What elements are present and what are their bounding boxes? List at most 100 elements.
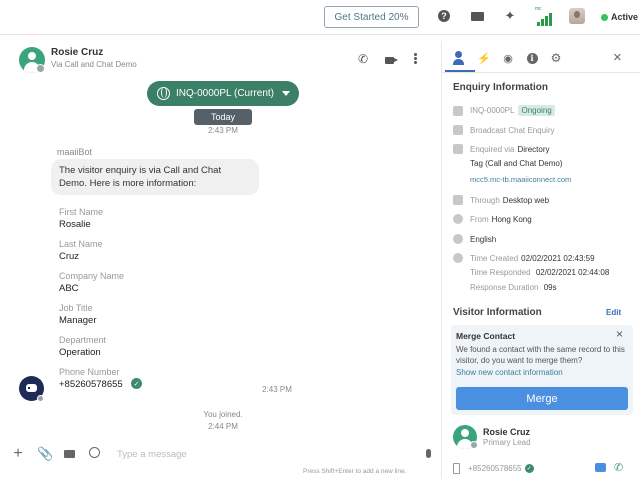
close-icon[interactable]: × — [616, 327, 623, 341]
field-value: Cruz — [59, 251, 80, 262]
merge-button[interactable]: Merge — [456, 387, 628, 410]
signal-label: mc — [535, 6, 542, 12]
enquiry-selector-label: INQ-0000PL (Current) — [176, 88, 274, 99]
status-toggle[interactable]: Active — [601, 12, 638, 22]
lead-name: Rosie Cruz — [483, 427, 531, 437]
enquiry-tag: Tag (Call and Chat Demo) — [470, 159, 563, 168]
enquiry-type: Broadcast Chat Enquiry — [470, 125, 555, 135]
flag-icon — [453, 144, 463, 154]
tab-visitor-info[interactable] — [451, 50, 467, 66]
from-label: From — [470, 214, 489, 224]
field-label: Last Name — [59, 239, 103, 249]
from-value: Hong Kong — [491, 214, 532, 224]
field-value: +85260578655 — [59, 379, 123, 390]
tab-quick-actions[interactable]: ⚡ — [476, 50, 492, 66]
call-icon[interactable]: ✆ — [614, 461, 623, 474]
system-message: You joined. — [203, 410, 243, 419]
status-label: Active — [611, 12, 639, 22]
merge-contact-card: Merge Contact × We found a contact with … — [451, 325, 633, 415]
contact-source: Via Call and Chat Demo — [51, 60, 137, 69]
message-time: 2:43 PM — [262, 385, 292, 394]
enquiry-selector[interactable]: INQ-0000PL (Current) — [147, 81, 299, 106]
get-started-button[interactable]: Get Started 20% — [324, 6, 419, 28]
status-dot-icon — [601, 13, 608, 21]
attachment-icon[interactable]: 📎 — [37, 447, 53, 461]
lead-role: Primary Lead — [483, 438, 531, 447]
message-input[interactable] — [117, 445, 407, 463]
merge-description: We found a contact with the same record … — [456, 345, 625, 365]
response-duration-row: Response Duration 09s — [470, 283, 557, 292]
field-label: Department — [59, 335, 107, 345]
message-composer: + 📎 Press Shift+Enter to add a new line. — [0, 439, 441, 479]
bot-name: maaiiBot — [57, 147, 93, 157]
show-contact-link[interactable]: Show new contact information — [456, 368, 563, 377]
tag-icon — [453, 105, 463, 116]
globe-icon — [157, 87, 170, 100]
clock-icon — [453, 253, 463, 263]
through-label: Through — [470, 195, 500, 205]
contact-name: Rosie Cruz — [51, 47, 104, 58]
visitor-section-title: Visitor Information — [453, 307, 542, 318]
sms-icon[interactable] — [595, 463, 606, 472]
lead-phone-row: +85260578655 ✓ — [453, 463, 534, 474]
time-created-value: 02/02/2021 02:43:59 — [521, 253, 595, 263]
field-label: First Name — [59, 207, 104, 217]
tab-settings[interactable]: ⚙ — [548, 50, 564, 66]
enquiry-type-row: Broadcast Chat Enquiry — [453, 125, 555, 135]
enquiry-id-row: INQ-0000PL Ongoing — [453, 105, 555, 116]
field-label: Company Name — [59, 271, 125, 281]
video-icon[interactable] — [382, 52, 398, 66]
channel-badge-icon — [36, 64, 45, 73]
lead-phone: +85260578655 — [468, 464, 522, 473]
top-bar: Get Started 20% ? ✦ mc Active — [0, 0, 640, 35]
channel-badge-icon — [470, 441, 478, 449]
time-created-row: Time Created 02/02/2021 02:43:59 — [453, 253, 595, 263]
field-value: ABC — [59, 283, 79, 294]
field-value: Manager — [59, 315, 97, 326]
date-divider: Today — [194, 109, 252, 125]
status-badge: Ongoing — [518, 105, 555, 116]
enquiry-id: INQ-0000PL — [470, 106, 515, 115]
globe-icon — [453, 234, 463, 244]
enquired-via-row: Enquired via Directory — [453, 144, 550, 154]
signal-icon[interactable]: mc — [535, 6, 553, 26]
keyboard-icon[interactable] — [470, 9, 484, 23]
info-panel: ⚡ ◉ i ⚙ × Enquiry Information INQ-0000PL… — [441, 41, 640, 479]
help-icon[interactable]: ? — [437, 9, 451, 23]
merge-title: Merge Contact — [456, 331, 516, 341]
from-row: From Hong Kong — [453, 214, 532, 224]
enquired-via-label: Enquired via — [470, 144, 515, 154]
enquired-via-value: Directory — [517, 144, 550, 154]
broadcast-icon — [453, 125, 463, 135]
more-options-icon[interactable] — [408, 52, 422, 66]
monitor-icon — [453, 195, 463, 205]
phone-icon[interactable]: ✆ — [356, 52, 370, 66]
microphone-icon[interactable] — [421, 447, 435, 461]
language-row: English — [453, 234, 496, 244]
location-pin-icon — [453, 214, 463, 224]
message-time: 2:44 PM — [208, 422, 238, 431]
plus-icon[interactable]: + — [11, 446, 25, 462]
tab-info[interactable]: i — [524, 50, 540, 66]
field-label: Job Title — [59, 303, 93, 313]
field-value: Operation — [59, 347, 101, 358]
tag-icon[interactable]: ✦ — [503, 8, 517, 23]
emoji-icon[interactable] — [87, 447, 101, 461]
template-icon[interactable] — [62, 447, 76, 461]
divider — [442, 72, 640, 73]
user-avatar[interactable] — [569, 8, 585, 24]
close-icon[interactable]: × — [613, 49, 622, 66]
source-link[interactable]: mcc5.mc-tb.maaiiconnect.com — [470, 175, 571, 184]
chat-panel: Rosie Cruz Via Call and Chat Demo ✆ INQ-… — [0, 41, 441, 479]
response-duration-label: Response Duration — [470, 283, 539, 292]
composer-hint: Press Shift+Enter to add a new line. — [303, 468, 407, 475]
tab-location[interactable]: ◉ — [500, 50, 516, 66]
field-label: Phone Number — [59, 367, 120, 377]
enquiry-section-title: Enquiry Information — [453, 82, 548, 93]
response-duration-value: 09s — [543, 283, 557, 292]
time-responded-row: Time Responded 02/02/2021 02:44:08 — [470, 268, 609, 277]
time-responded-label: Time Responded — [470, 268, 531, 277]
chat-header: Rosie Cruz Via Call and Chat Demo ✆ — [0, 41, 441, 79]
bot-message: The visitor enquiry is via Call and Chat… — [51, 159, 259, 195]
edit-visitor-link[interactable]: Edit — [606, 308, 621, 317]
